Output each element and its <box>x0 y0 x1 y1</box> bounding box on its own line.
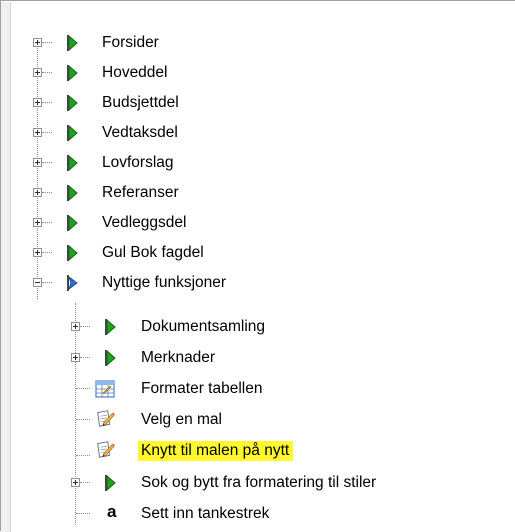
tree-item-lovforslag[interactable]: Lovforslag <box>1 149 515 177</box>
green-arrow-icon <box>67 214 78 232</box>
tree-item-label: Lovforslag <box>102 154 174 171</box>
expand-toggle[interactable] <box>33 98 42 107</box>
tree-item-label: Forsider <box>102 34 159 51</box>
tree-item-nyttige-funksjoner[interactable]: Nyttige funksjoner <box>1 269 515 297</box>
tree-item-label: Sok og bytt fra formatering til stiler <box>141 474 377 491</box>
tree-item-velg-en-mal[interactable]: Velg en mal <box>1 406 515 434</box>
tree-connector <box>42 252 52 253</box>
tree-item-label-highlighted: Knytt til malen på nytt <box>138 441 294 461</box>
expand-toggle[interactable] <box>33 38 42 47</box>
tree-item-label: Velg en mal <box>141 411 222 428</box>
tree-connector <box>42 282 52 283</box>
tree-connector <box>76 513 90 514</box>
tree-connector <box>76 419 90 420</box>
tree-item-formater-tabellen[interactable]: Formater tabellen <box>1 375 515 403</box>
expand-toggle[interactable] <box>33 128 42 137</box>
tree-connector <box>42 192 52 193</box>
green-arrow-icon <box>67 94 78 112</box>
tree-item-label: Dokumentsamling <box>141 318 266 335</box>
expand-toggle[interactable] <box>33 218 42 227</box>
tree-connector <box>42 162 52 163</box>
tree-connector <box>80 326 90 327</box>
green-arrow-icon <box>67 124 78 142</box>
expand-toggle[interactable] <box>71 322 80 331</box>
tree-item-gul-bok-fagdel[interactable]: Gul Bok fagdel <box>1 239 515 267</box>
tree-item-label: Hoveddel <box>102 64 168 81</box>
green-arrow-icon <box>105 349 116 367</box>
tree-item-label: Vedtaksdel <box>102 124 178 141</box>
tree-item-vedtaksdel[interactable]: Vedtaksdel <box>1 119 515 147</box>
tree-item-sok-og-bytt[interactable]: Sok og bytt fra formatering til stiler <box>1 469 515 497</box>
tree-item-label: Formater tabellen <box>141 380 263 397</box>
expand-toggle[interactable] <box>33 158 42 167</box>
tree-item-sett-inn-tankestrek[interactable]: a Sett inn tankestrek <box>1 500 515 528</box>
template-pencil-icon <box>97 410 115 427</box>
green-arrow-icon <box>67 244 78 262</box>
green-arrow-icon <box>67 64 78 82</box>
tree-connector <box>42 72 52 73</box>
tree-connector <box>76 388 90 389</box>
tree-connector <box>80 357 90 358</box>
letter-a-icon: a <box>107 502 117 521</box>
tree-connector <box>42 102 52 103</box>
template-pencil-icon <box>97 441 115 458</box>
tree-item-label: Budsjettdel <box>102 94 179 111</box>
format-table-icon <box>95 380 115 398</box>
green-arrow-icon <box>105 474 116 492</box>
tree-view[interactable]: Forsider Hoveddel Budsjettdel Vedtaksdel… <box>0 0 515 532</box>
green-arrow-icon <box>67 154 78 172</box>
tree-item-referanser[interactable]: Referanser <box>1 179 515 207</box>
tree-connector <box>42 42 52 43</box>
green-arrow-icon <box>67 184 78 202</box>
expand-toggle[interactable] <box>33 188 42 197</box>
expand-toggle[interactable] <box>33 248 42 257</box>
tree-item-forsider[interactable]: Forsider <box>1 29 515 57</box>
collapse-toggle[interactable] <box>33 278 42 287</box>
expand-toggle[interactable] <box>71 353 80 362</box>
tree-item-label: Merknader <box>141 349 216 366</box>
tree-connector <box>42 132 52 133</box>
tree-item-hoveddel[interactable]: Hoveddel <box>1 59 515 87</box>
tree-item-knytt-til-malen[interactable]: Knytt til malen på nytt <box>1 437 515 465</box>
tree-item-budsjettdel[interactable]: Budsjettdel <box>1 89 515 117</box>
green-arrow-icon <box>67 34 78 52</box>
tree-connector <box>42 222 52 223</box>
tree-item-dokumentsamling[interactable]: Dokumentsamling <box>1 313 515 341</box>
tree-item-vedleggsdel[interactable]: Vedleggsdel <box>1 209 515 237</box>
green-arrow-icon <box>105 318 116 336</box>
tree-item-label: Sett inn tankestrek <box>141 505 270 522</box>
tree-connector <box>76 455 90 456</box>
tree-item-label: Vedleggsdel <box>102 214 187 231</box>
expand-toggle[interactable] <box>71 478 80 487</box>
blue-arrow-icon <box>67 275 78 291</box>
tree-connector <box>80 482 90 483</box>
expand-toggle[interactable] <box>33 68 42 77</box>
tree-item-label: Nyttige funksjoner <box>102 274 227 291</box>
tree-item-label: Gul Bok fagdel <box>102 244 204 261</box>
tree-item-label: Referanser <box>102 184 179 201</box>
tree-item-merknader[interactable]: Merknader <box>1 344 515 372</box>
